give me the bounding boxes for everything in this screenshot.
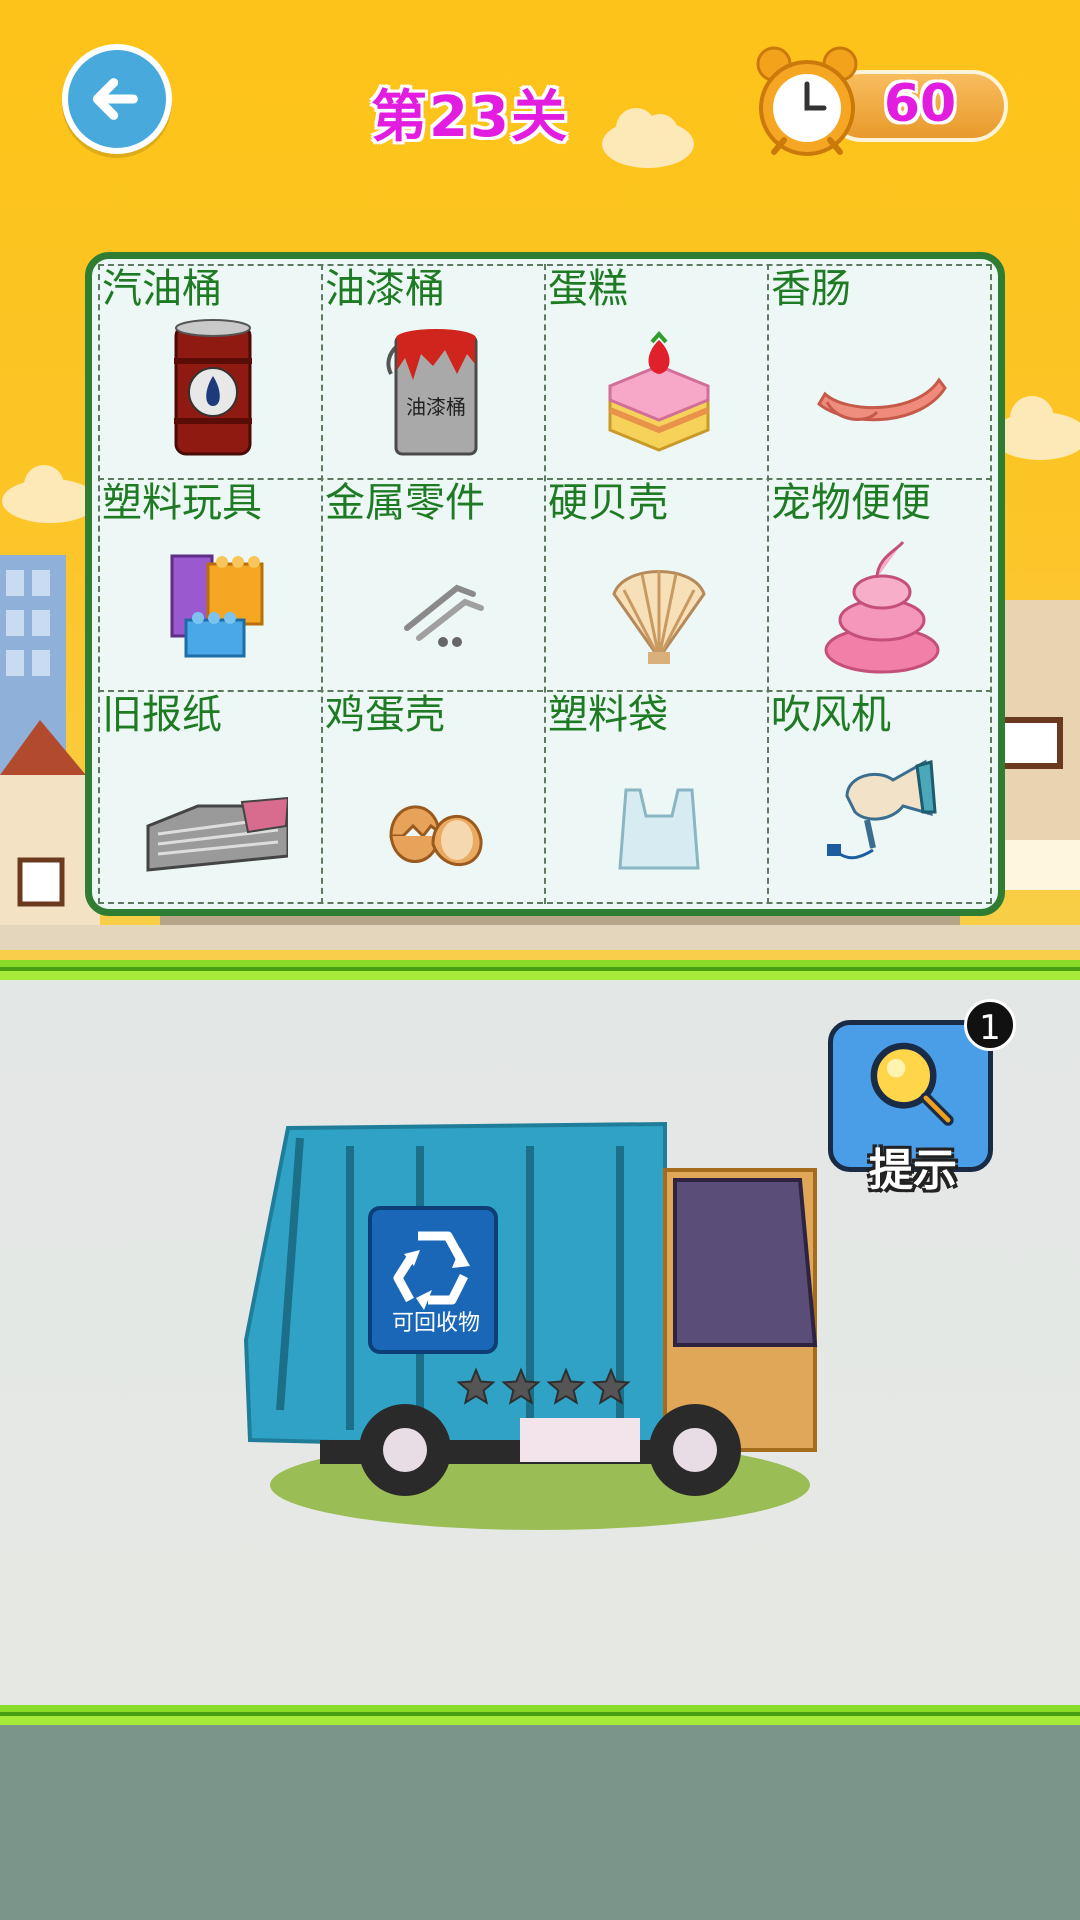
back-button[interactable] <box>62 44 172 154</box>
item-label: 硬贝壳 <box>548 480 668 526</box>
road-edge-bottom <box>0 1705 1080 1725</box>
cake-icon <box>608 330 710 452</box>
item-oil-drum[interactable]: 汽油桶 <box>98 264 321 477</box>
item-metal-parts[interactable]: 金属零件 <box>321 478 544 691</box>
hint-count-badge: 1 <box>964 999 1016 1051</box>
item-pet-poop[interactable]: 宠物便便 <box>767 478 990 691</box>
poop-icon <box>824 540 940 674</box>
level-title: 第23关 <box>371 85 569 150</box>
item-sausage[interactable]: 香肠 <box>767 264 990 477</box>
item-label: 塑料玩具 <box>102 480 262 526</box>
item-plastic-bag[interactable]: 塑料袋 <box>544 690 767 903</box>
recycling-truck <box>243 1121 818 1530</box>
item-label: 香肠 <box>771 266 851 312</box>
item-label: 塑料袋 <box>548 692 668 738</box>
oil-drum-icon <box>174 319 252 456</box>
metal-parts-icon <box>404 584 484 647</box>
item-old-newspaper[interactable]: 旧报纸 <box>98 690 321 903</box>
star-rating <box>456 1367 631 1405</box>
magnifier-icon <box>870 1042 954 1126</box>
newspaper-icon <box>146 796 288 872</box>
cloud-decoration <box>602 108 694 168</box>
ground <box>0 1725 1080 1920</box>
item-label: 蛋糕 <box>548 266 628 312</box>
arrow-left-icon <box>92 78 138 120</box>
item-hair-dryer[interactable]: 吹风机 <box>767 690 990 903</box>
item-label: 旧报纸 <box>102 692 222 738</box>
item-paint-bucket[interactable]: 油漆桶 油漆桶 <box>321 264 544 477</box>
star-icon <box>501 1367 541 1405</box>
alarm-clock-icon <box>756 46 858 156</box>
recycle-bin-label: 可回收物 <box>391 1311 480 1336</box>
paint-bucket-icon: 油漆桶 <box>386 329 478 456</box>
item-label: 油漆桶 <box>325 266 445 312</box>
hair-dryer-icon <box>827 759 937 860</box>
item-label: 金属零件 <box>325 480 485 526</box>
item-label: 汽油桶 <box>102 266 222 312</box>
star-icon <box>546 1367 586 1405</box>
item-hard-shell[interactable]: 硬贝壳 <box>544 478 767 691</box>
sausage-icon <box>817 377 947 422</box>
item-cake[interactable]: 蛋糕 <box>544 264 767 477</box>
star-icon <box>591 1367 631 1405</box>
hint-label: 提示 <box>869 1145 957 1196</box>
eggshell-icon <box>389 805 483 867</box>
item-plastic-toy[interactable]: 塑料玩具 <box>98 478 321 691</box>
item-label: 鸡蛋壳 <box>325 692 445 738</box>
star-icon <box>456 1367 496 1405</box>
plastic-blocks-icon <box>170 554 264 658</box>
shell-icon <box>612 570 706 664</box>
paint-bucket-text: 油漆桶 <box>406 395 466 419</box>
item-label: 吹风机 <box>771 692 891 738</box>
item-label: 宠物便便 <box>771 480 931 526</box>
timer-value: 60 <box>883 74 957 134</box>
road-edge-top <box>0 960 1080 980</box>
plastic-bag-icon <box>618 788 700 870</box>
item-eggshell[interactable]: 鸡蛋壳 <box>321 690 544 903</box>
